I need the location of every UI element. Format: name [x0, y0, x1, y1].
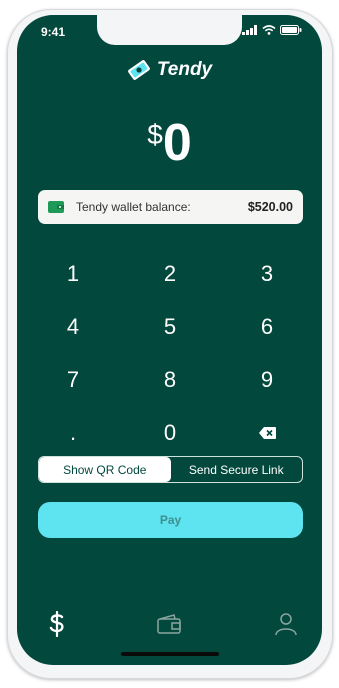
user-icon	[275, 613, 297, 636]
amount-display: $0	[17, 113, 322, 173]
wifi-icon	[262, 25, 276, 35]
key-2[interactable]: 2	[140, 254, 200, 294]
dollar-icon	[49, 611, 64, 637]
show-qr-code-option[interactable]: Show QR Code	[39, 457, 171, 482]
tab-pay[interactable]	[42, 609, 72, 639]
delete-key[interactable]	[237, 413, 297, 453]
tab-profile[interactable]	[271, 609, 301, 639]
currency-symbol: $	[147, 119, 163, 150]
home-indicator	[121, 652, 219, 656]
key-8[interactable]: 8	[140, 360, 200, 400]
wallet-balance-card: Tendy wallet balance: $520.00	[38, 190, 303, 224]
send-secure-link-option[interactable]: Send Secure Link	[171, 457, 303, 482]
dollar-note-icon	[128, 60, 150, 80]
wallet-balance-value: $520.00	[247, 200, 293, 214]
payment-method-toggle: Show QR Code Send Secure Link	[38, 456, 303, 483]
key-5[interactable]: 5	[140, 307, 200, 347]
battery-icon	[280, 25, 302, 35]
notch	[97, 15, 242, 45]
signal-icon	[242, 25, 257, 35]
brand-name: Tendy	[156, 59, 213, 80]
brand-logo: Tendy	[17, 59, 322, 81]
amount-value: 0	[162, 114, 192, 172]
tab-wallet[interactable]	[154, 609, 184, 639]
key-3[interactable]: 3	[237, 254, 297, 294]
status-time: 9:41	[41, 25, 66, 39]
wallet-icon	[48, 201, 64, 213]
wallet-icon	[157, 614, 181, 634]
wallet-balance-label: Tendy wallet balance:	[76, 200, 191, 214]
key-1[interactable]: 1	[43, 254, 103, 294]
key-decimal[interactable]: .	[43, 413, 103, 453]
key-0[interactable]: 0	[140, 413, 200, 453]
key-9[interactable]: 9	[237, 360, 297, 400]
pay-button[interactable]: Pay	[38, 502, 303, 538]
key-4[interactable]: 4	[43, 307, 103, 347]
app-screen: 9:41 Tendy $0 Tendy wallet balance: $520…	[17, 15, 322, 665]
key-6[interactable]: 6	[237, 307, 297, 347]
key-7[interactable]: 7	[43, 360, 103, 400]
status-icons	[242, 25, 302, 35]
backspace-icon	[258, 427, 276, 439]
